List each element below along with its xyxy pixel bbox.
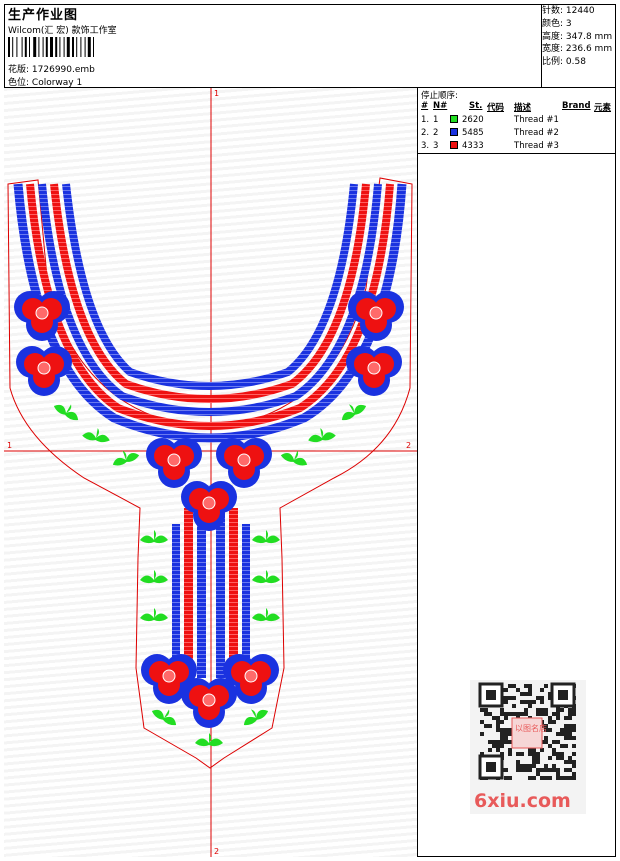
neck-stripes xyxy=(13,183,407,443)
axis-label-left: 1 xyxy=(7,441,12,450)
stat-colors: 颜色: 3 xyxy=(542,18,572,29)
embroidery-preview: 1 2 1 2 xyxy=(4,88,417,857)
col-desc: 描述 xyxy=(514,103,532,113)
stat-width: 宽度: 236.6 mm xyxy=(542,44,613,55)
table-row[interactable]: 3. 3 4333 Thread #3 xyxy=(418,141,616,153)
table-row[interactable]: 1. 1 2620 Thread #1 xyxy=(418,115,616,127)
stats-panel: 针数: 12440 颜色: 3 高度: 347.8 mm 宽度: 236.6 m… xyxy=(542,4,616,88)
axis-label-right: 2 xyxy=(406,441,411,450)
studio-name: Wilcom(汇 宏) 款饰工作室 xyxy=(8,26,117,36)
barcode xyxy=(8,37,94,57)
col-brand: Brand xyxy=(562,101,591,111)
watermark-text: 6xiu.com xyxy=(474,790,571,812)
col-index: # xyxy=(421,101,429,111)
color-swatch xyxy=(450,141,458,149)
col-element: 元素 xyxy=(594,103,612,113)
col-code: 代码 xyxy=(487,103,505,113)
watermark-stamp: 以图名店 xyxy=(515,723,547,733)
colorway: 色位: Colorway 1 xyxy=(8,78,83,88)
color-swatch xyxy=(450,128,458,136)
design-canvas[interactable]: 1 2 1 2 xyxy=(4,88,418,857)
stat-stitches: 针数: 12440 xyxy=(542,6,595,16)
file-name: 花版: 1726990.emb xyxy=(8,65,95,75)
stop-sequence-title: 停止顺序: xyxy=(421,91,458,101)
col-st: St. xyxy=(469,101,483,111)
qr-code-icon: 以图名店 xyxy=(478,682,576,780)
axis-label-bottom: 2 xyxy=(214,847,219,856)
stat-scale: 比例: 0.58 xyxy=(542,57,586,68)
color-swatch xyxy=(450,115,458,123)
page-title: 生产作业图 xyxy=(8,8,79,23)
axis-label-top: 1 xyxy=(214,89,219,98)
stop-sequence-panel: 停止顺序: # N# St. 代码 描述 Brand 元素 1. 1 2620 … xyxy=(418,88,616,154)
col-n: N# xyxy=(433,101,448,111)
stat-height: 高度: 347.8 mm xyxy=(542,31,613,42)
table-row[interactable]: 2. 2 5485 Thread #2 xyxy=(418,128,616,140)
